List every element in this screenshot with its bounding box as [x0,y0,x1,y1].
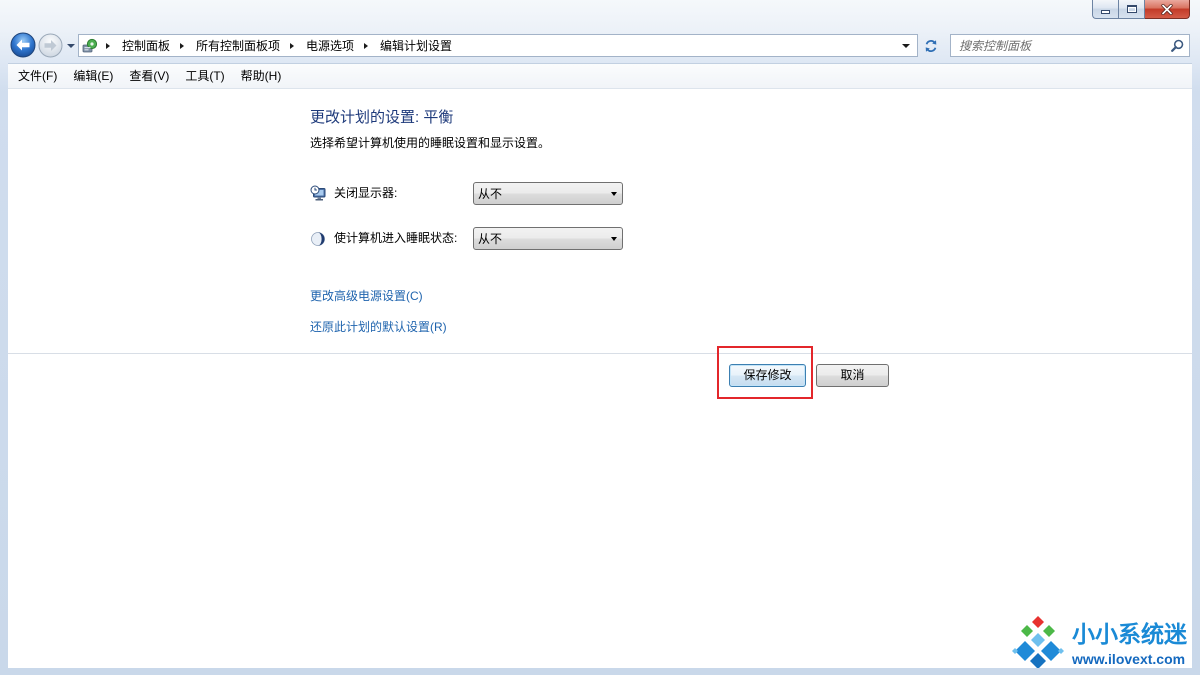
address-dropdown-chevron-down-icon[interactable] [902,44,910,48]
content-area: 更改计划的设置: 平衡 选择希望计算机使用的睡眠设置和显示设置。 关闭显示器: … [8,89,1192,668]
watermark-name: 小小系统迷 [1072,621,1187,647]
page-description: 选择希望计算机使用的睡眠设置和显示设置。 [310,136,551,150]
menu-file[interactable]: 文件(F) [10,66,65,86]
search-icon[interactable] [1171,39,1184,52]
page-title: 更改计划的设置: 平衡 [310,109,454,126]
chevron-down-icon [611,192,617,196]
sleep-label: 使计算机进入睡眠状态: [334,231,458,245]
menu-bar: 文件(F) 编辑(E) 查看(V) 工具(T) 帮助(H) [8,63,1192,89]
minimize-icon [1101,9,1110,14]
back-arrow-icon [10,32,36,58]
forward-arrow-icon [38,33,63,58]
close-button[interactable] [1145,0,1190,19]
close-icon [1161,3,1173,15]
breadcrumb-item[interactable]: 编辑计划设置 [380,38,452,54]
advanced-power-settings-link[interactable]: 更改高级电源设置(C) [310,288,423,304]
save-changes-button[interactable]: 保存修改 [729,364,806,387]
watermark-url: www.ilovext.com [1072,651,1186,667]
search-box [950,34,1190,57]
divider [8,353,1192,354]
watermark-logo-icon [1012,616,1064,668]
chevron-down-icon [611,237,617,241]
back-button[interactable] [10,32,36,58]
maximize-icon [1126,5,1137,13]
menu-tools[interactable]: 工具(T) [177,66,232,86]
refresh-button[interactable] [919,34,942,57]
control-panel-window: 控制面板 所有控制面板项 电源选项 编辑计划设置 文件(F) 编辑(E) 查看(… [0,0,1200,675]
sleep-select[interactable]: 从不 [473,227,623,250]
breadcrumb-chevron-icon[interactable] [106,42,110,49]
restore-defaults-link[interactable]: 还原此计划的默认设置(R) [310,319,447,335]
breadcrumb-item[interactable]: 控制面板 [122,38,170,54]
history-dropdown-chevron-down-icon[interactable] [67,44,75,48]
refresh-icon [925,39,936,52]
monitor-clock-icon [310,185,326,201]
menu-edit[interactable]: 编辑(E) [65,66,121,86]
minimize-button[interactable] [1092,0,1118,19]
control-panel-icon [82,38,98,52]
search-input[interactable] [951,35,1163,56]
turn-off-display-value: 从不 [478,187,503,201]
moon-icon [311,232,325,246]
menu-view[interactable]: 查看(V) [121,66,177,86]
breadcrumb-item[interactable]: 所有控制面板项 [196,38,280,54]
turn-off-display-label: 关闭显示器: [334,186,398,200]
menu-help[interactable]: 帮助(H) [233,66,290,86]
address-bar[interactable]: 控制面板 所有控制面板项 电源选项 编辑计划设置 [78,34,918,57]
forward-button[interactable] [38,33,63,58]
breadcrumb-chevron-icon[interactable] [364,42,369,49]
maximize-button[interactable] [1118,0,1145,19]
breadcrumb-item[interactable]: 电源选项 [306,38,354,54]
breadcrumb-chevron-icon[interactable] [180,42,185,49]
turn-off-display-select[interactable]: 从不 [473,182,623,205]
window-controls [1092,0,1190,19]
breadcrumb-chevron-icon[interactable] [290,42,295,49]
sleep-value: 从不 [478,232,503,246]
cancel-button[interactable]: 取消 [816,364,889,387]
